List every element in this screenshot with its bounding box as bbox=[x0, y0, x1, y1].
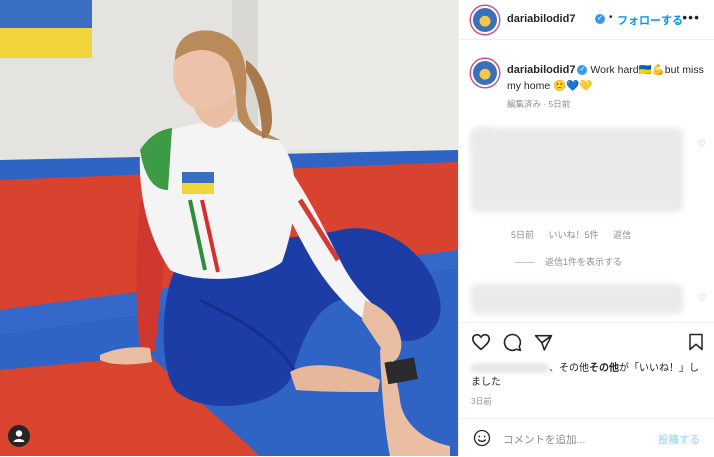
comment-like-heart-icon[interactable]: ♡ bbox=[698, 139, 706, 150]
person-icon bbox=[13, 430, 25, 442]
bookmark-icon[interactable] bbox=[688, 333, 704, 351]
comment-blurred-2 bbox=[471, 284, 683, 314]
liker-name-blurred[interactable] bbox=[471, 363, 549, 374]
verified-badge-icon: ✓ bbox=[595, 14, 605, 24]
tagged-user-icon[interactable] bbox=[8, 425, 30, 447]
caption-meta: 編集済み · 5日前 bbox=[507, 99, 571, 109]
action-bar bbox=[459, 322, 714, 363]
comment-like-heart-icon-2[interactable]: ♡ bbox=[698, 293, 706, 304]
post-comment-button[interactable]: 投稿する bbox=[658, 432, 700, 447]
share-icon[interactable] bbox=[534, 333, 553, 351]
replies-divider bbox=[515, 262, 535, 264]
likes-text: 、その他 bbox=[549, 363, 589, 374]
verified-badge-icon: ✓ bbox=[577, 65, 588, 76]
emoji-icon[interactable] bbox=[473, 429, 491, 447]
post-photo[interactable] bbox=[0, 0, 458, 456]
likes-others[interactable]: その他 bbox=[589, 363, 619, 374]
comment-meta: 5日前 いいね！5件 返信 bbox=[511, 228, 643, 241]
comment-likes[interactable]: いいね！5件 bbox=[549, 230, 599, 240]
caption-text-block: dariabilodid7 ✓ Work hard🇺🇦💪but miss my h… bbox=[507, 62, 707, 94]
heart-icon[interactable] bbox=[471, 333, 491, 351]
caption-avatar[interactable] bbox=[471, 59, 499, 87]
author-avatar[interactable] bbox=[471, 6, 499, 34]
post-side-panel: dariabilodid7 ✓ • フォローする ••• dariabilodi… bbox=[458, 0, 714, 456]
caption-username[interactable]: dariabilodid7 bbox=[507, 64, 575, 76]
comment-input[interactable]: コメントを追加... bbox=[503, 432, 585, 447]
comment-time: 5日前 bbox=[511, 230, 535, 240]
photo-illustration bbox=[0, 0, 458, 456]
more-options-icon[interactable]: ••• bbox=[682, 9, 700, 25]
likes-summary: 、その他その他が「いいね！」しました bbox=[471, 362, 703, 390]
view-replies-label: 返信1件を表示する bbox=[545, 257, 623, 267]
author-username[interactable]: dariabilodid7 bbox=[507, 13, 575, 25]
add-comment-bar: コメントを追加... 投稿する bbox=[459, 418, 714, 457]
post-header: dariabilodid7 ✓ • フォローする ••• bbox=[459, 0, 714, 40]
comment-reply-button[interactable]: 返信 bbox=[613, 230, 631, 240]
view-replies-button[interactable]: 返信1件を表示する bbox=[515, 255, 622, 268]
post-date[interactable]: 3日前 bbox=[471, 396, 491, 407]
header-separator: • bbox=[609, 12, 613, 23]
comment-icon[interactable] bbox=[503, 333, 522, 352]
follow-button[interactable]: フォローする bbox=[617, 12, 683, 28]
comment-blurred bbox=[471, 128, 683, 212]
